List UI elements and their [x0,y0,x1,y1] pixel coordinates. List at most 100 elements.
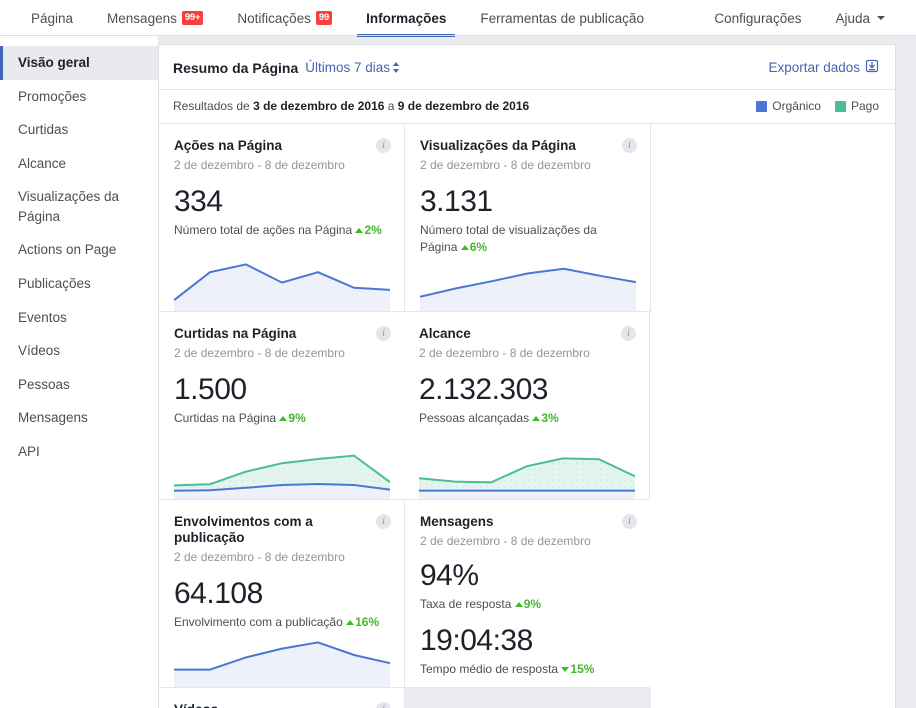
card-delta-value: 9% [288,410,306,425]
results-prefix: Resultados de [173,99,254,113]
sidebar: Visão geral Promoções Curtidas Alcance V… [0,36,158,708]
card-visualizacoes-da-pagina[interactable]: Visualizações da Página 2 de dezembro - … [405,124,651,312]
card-delta-badge-secondary: 15% [561,662,594,676]
card-delta-value: 3% [541,410,559,425]
legend-swatch-pago [834,100,846,112]
card-metric-description: Número total de visualizações da Página … [420,222,635,257]
info-icon[interactable]: i [622,138,637,153]
card-acoes-na-pagina[interactable]: Ações na Página 2 de dezembro - 8 de dez… [159,124,405,312]
sidebar-item-label: Curtidas [18,122,69,138]
card-metric-value: 64.108 [174,577,263,611]
sort-arrows-icon [393,62,400,73]
card-metric-description: Número total de ações na Página 2% [174,222,389,239]
triangle-up-icon [355,227,364,233]
card-title: Vídeos [174,702,389,708]
card-desc-text-secondary: Tempo médio de resposta [420,661,559,676]
triangle-up-icon [532,415,541,421]
info-icon[interactable]: i [376,514,391,529]
card-delta-value: 9% [523,596,542,611]
legend-item-pago: Pago [834,99,879,113]
card-desc-text: Número total de visualizações da Página [420,222,597,255]
tab-configuracoes[interactable]: Configurações [697,0,818,36]
card-desc-text: Envolvimento com a publicação [174,614,343,629]
card-delta-badge: 2% [355,223,382,237]
sidebar-item-actions-on-page[interactable]: Actions on Page [0,233,158,267]
card-mensagens[interactable]: Mensagens 2 de dezembro - 8 de dezembro … [405,500,650,688]
card-metric-description-secondary: Tempo médio de resposta 15% [420,661,635,678]
card-title: Visualizações da Página [420,138,576,153]
panel-subheader: Resultados de 3 de dezembro de 2016 a 9 … [159,90,895,124]
tab-ferramentas-de-publicacao[interactable]: Ferramentas de publicação [463,0,661,36]
triangle-up-icon [346,619,355,625]
sparkline-chart [174,255,390,311]
tab-informacoes[interactable]: Informações [349,0,463,37]
download-icon [865,59,879,76]
date-range-selector[interactable]: Últimos 7 dias [305,60,400,75]
info-icon[interactable]: i [376,138,391,153]
sidebar-item-promocoes[interactable]: Promoções [0,80,158,114]
card-title: Curtidas na Página [174,326,297,341]
tab-ajuda[interactable]: Ajuda [818,0,902,36]
tab-notificacoes[interactable]: Notificações 99 [220,0,349,36]
legend-label: Pago [850,99,879,113]
legend-swatch-organico [756,100,768,112]
card-metric-description: Pessoas alcançadas 3% [419,410,634,427]
sidebar-item-publicacoes[interactable]: Publicações [0,267,158,301]
sidebar-item-visao-geral[interactable]: Visão geral [0,46,158,80]
card-title: Ações na Página [174,138,283,153]
chart-legend: Orgânico Pago [756,99,879,113]
card-metric-description: Curtidas na Página 9% [174,410,389,427]
tab-label: Informações [366,10,447,26]
card-videos[interactable]: Vídeos 2 de dezembro - 8 de dezembro i 5… [159,688,405,708]
triangle-up-icon [460,245,469,251]
info-icon[interactable]: i [376,326,391,341]
card-desc-text: Taxa de resposta [420,596,512,611]
sidebar-item-label: Actions on Page [18,242,117,258]
card-curtidas-na-pagina[interactable]: Curtidas na Página 2 de dezembro - 8 de … [159,312,404,500]
info-icon[interactable]: i [622,514,637,529]
tab-pagina[interactable]: Página [14,0,90,36]
legend-item-organico: Orgânico [756,99,821,113]
export-data-button[interactable]: Exportar dados [768,59,879,76]
sidebar-item-label: Alcance [18,155,67,171]
card-title: Mensagens [420,514,494,529]
results-middle: a [384,99,398,113]
results-range-text: Resultados de 3 de dezembro de 2016 a 9 … [173,99,529,113]
card-alcance[interactable]: Alcance 2 de dezembro - 8 de dezembro i … [404,312,650,500]
sidebar-item-curtidas[interactable]: Curtidas [0,113,158,147]
sidebar-item-pessoas[interactable]: Pessoas [0,368,158,402]
sidebar-item-api[interactable]: API [0,435,158,469]
card-metric-value: 334 [174,185,223,219]
top-nav-right-tabs: Configurações Ajuda [697,0,902,36]
date-range-label: Últimos 7 dias [305,60,391,75]
sparkline-chart [420,255,636,311]
panel-header: Resumo da Página Últimos 7 dias Exportar… [159,45,895,90]
sidebar-item-label: Pessoas [18,376,70,392]
card-dates: 2 de dezembro - 8 de dezembro [420,158,591,173]
card-metric-value: 2.132.303 [419,373,548,407]
triangle-down-icon [561,666,570,672]
card-dates: 2 de dezembro - 8 de dezembro [419,346,590,361]
card-delta-badge: 3% [532,410,559,425]
page-title: Resumo da Página [173,59,299,76]
sidebar-item-mensagens[interactable]: Mensagens [0,401,158,435]
card-delta-badge: 6% [460,240,487,254]
sidebar-item-label: Publicações [18,275,91,291]
sidebar-item-label: Vídeos [18,343,61,359]
sidebar-item-eventos[interactable]: Eventos [0,301,158,335]
page-body: Visão geral Promoções Curtidas Alcance V… [0,36,916,708]
card-dates: 2 de dezembro - 8 de dezembro [420,534,591,549]
main-content: Resumo da Página Últimos 7 dias Exportar… [158,36,916,708]
sidebar-item-visualizacoes-da-pagina[interactable]: Visualizações da Página [0,180,158,233]
card-delta-badge: 16% [346,615,379,629]
tab-label: Mensagens [107,10,177,26]
tab-mensagens[interactable]: Mensagens 99+ [90,0,220,36]
sidebar-item-alcance[interactable]: Alcance [0,147,158,181]
sidebar-item-videos[interactable]: Vídeos [0,334,158,368]
card-metric-value: 1.500 [174,373,247,407]
info-icon[interactable]: i [621,326,636,341]
notificacoes-badge: 99 [315,11,333,25]
card-envolvimentos-com-a-publicacao[interactable]: Envolvimentos com a publicação 2 de deze… [159,500,405,688]
legend-label: Orgânico [772,99,821,113]
sidebar-item-label: Eventos [18,309,67,325]
